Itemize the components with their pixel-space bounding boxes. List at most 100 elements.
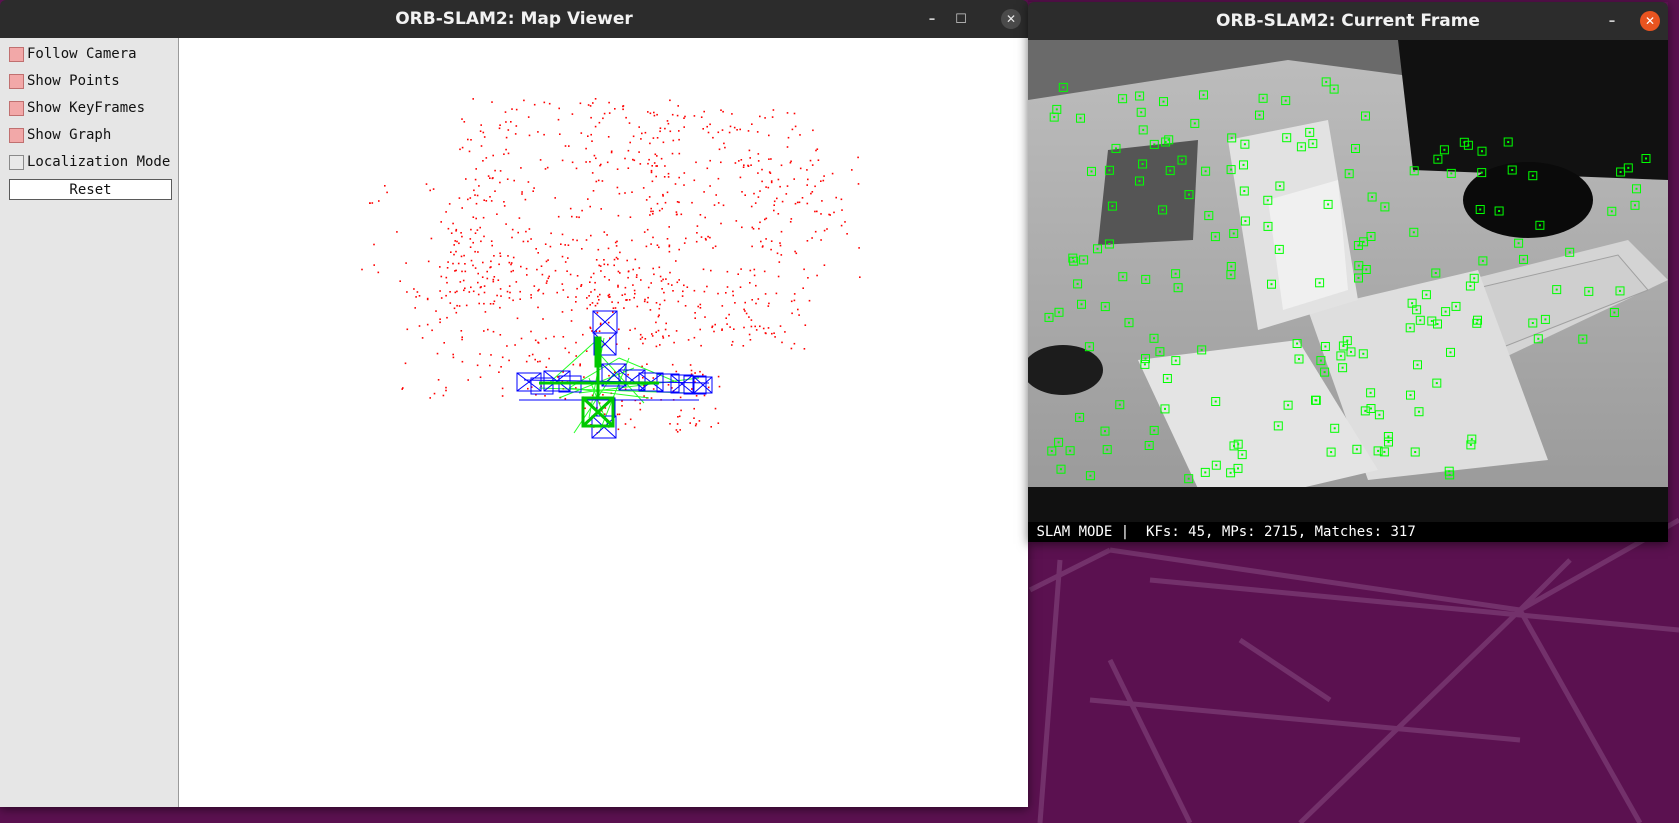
- map-point: [571, 215, 573, 218]
- follow-camera-row[interactable]: Follow Camera: [9, 43, 137, 65]
- map-point: [446, 316, 448, 319]
- map-point: [534, 358, 536, 361]
- map-point: [659, 127, 662, 129]
- map-point: [831, 172, 834, 175]
- map-point: [627, 167, 630, 169]
- map-point: [650, 210, 652, 213]
- map-point: [731, 340, 734, 343]
- show-keyframes-row[interactable]: Show KeyFrames: [9, 97, 145, 119]
- map-point: [608, 374, 610, 377]
- map-point: [515, 108, 518, 111]
- map-point: [464, 263, 466, 265]
- map-point: [589, 327, 592, 330]
- map-point: [603, 112, 606, 115]
- map-point: [632, 135, 635, 138]
- map-point: [617, 258, 619, 260]
- map-point: [671, 284, 673, 286]
- map-point: [626, 299, 628, 301]
- show-graph-row[interactable]: Show Graph: [9, 124, 111, 146]
- map-point: [589, 161, 591, 163]
- map-point: [452, 222, 454, 225]
- map-point: [823, 229, 826, 232]
- localization-mode-checkbox[interactable]: [9, 154, 24, 170]
- map-point: [846, 233, 848, 235]
- map-point: [675, 370, 678, 373]
- map-point: [525, 230, 527, 233]
- reset-button[interactable]: Reset: [9, 179, 172, 200]
- map-point: [556, 291, 558, 294]
- map-point: [476, 229, 479, 231]
- map-point: [712, 247, 714, 249]
- map-point: [653, 273, 655, 276]
- minimize-icon[interactable]: –: [1602, 11, 1622, 31]
- map-point: [486, 277, 489, 280]
- map-point: [669, 423, 671, 425]
- map-point: [784, 331, 786, 333]
- map-point: [536, 268, 538, 271]
- close-icon[interactable]: ✕: [1640, 11, 1660, 31]
- map-point: [475, 202, 478, 205]
- map-point: [652, 210, 654, 213]
- map-point: [726, 323, 728, 325]
- map-point: [662, 141, 665, 144]
- maximize-icon[interactable]: ☐: [951, 9, 971, 29]
- map-point: [627, 276, 629, 279]
- map-point: [498, 371, 500, 373]
- map-point: [709, 236, 711, 239]
- map-point: [793, 112, 796, 115]
- follow-camera-checkbox[interactable]: [9, 46, 24, 62]
- current-frame-titlebar[interactable]: ORB-SLAM2: Current Frame – ✕: [1028, 2, 1668, 40]
- map-point: [558, 107, 560, 110]
- map-point: [659, 344, 661, 346]
- map-point: [470, 286, 472, 289]
- map-point: [461, 338, 463, 341]
- map-point: [657, 315, 660, 318]
- show-points-row[interactable]: Show Points: [9, 70, 120, 92]
- map-point: [726, 286, 729, 288]
- map-point: [492, 280, 495, 283]
- map-point: [618, 413, 621, 416]
- map-point: [821, 200, 823, 202]
- localization-mode-row[interactable]: Localization Mode: [9, 151, 170, 173]
- show-graph-checkbox[interactable]: [9, 127, 24, 143]
- close-icon[interactable]: ✕: [1001, 9, 1021, 29]
- map-point: [678, 201, 680, 204]
- map-point: [516, 317, 519, 320]
- map-point: [743, 308, 745, 311]
- map-point: [768, 302, 770, 305]
- map-point: [745, 312, 748, 315]
- map-viewer-titlebar[interactable]: ORB-SLAM2: Map Viewer – ☐ ✕: [0, 0, 1028, 38]
- map-3d-view[interactable]: [179, 38, 1028, 807]
- map-point: [729, 125, 732, 128]
- map-point: [653, 111, 655, 114]
- map-point: [530, 294, 532, 296]
- map-point: [633, 426, 636, 429]
- map-point: [628, 299, 631, 301]
- map-point: [676, 213, 678, 216]
- map-point: [791, 312, 793, 315]
- minimize-icon[interactable]: –: [922, 9, 942, 29]
- map-point: [616, 186, 619, 189]
- map-point: [658, 209, 661, 212]
- map-point: [544, 243, 547, 245]
- map-point: [653, 162, 656, 164]
- map-point: [743, 326, 745, 329]
- map-point: [655, 165, 657, 167]
- map-point: [664, 127, 666, 130]
- map-point: [841, 209, 843, 211]
- map-point: [524, 198, 527, 201]
- map-point: [682, 290, 684, 293]
- map-point: [714, 245, 717, 248]
- map-point: [751, 123, 753, 125]
- show-points-checkbox[interactable]: [9, 73, 24, 89]
- map-point: [499, 170, 502, 172]
- map-point: [858, 247, 860, 249]
- map-point: [455, 311, 458, 314]
- map-point: [506, 345, 508, 347]
- map-point: [706, 167, 709, 170]
- map-point: [512, 269, 514, 272]
- map-point: [747, 130, 750, 132]
- show-keyframes-checkbox[interactable]: [9, 100, 24, 116]
- map-point: [426, 298, 429, 301]
- map-point: [567, 296, 569, 298]
